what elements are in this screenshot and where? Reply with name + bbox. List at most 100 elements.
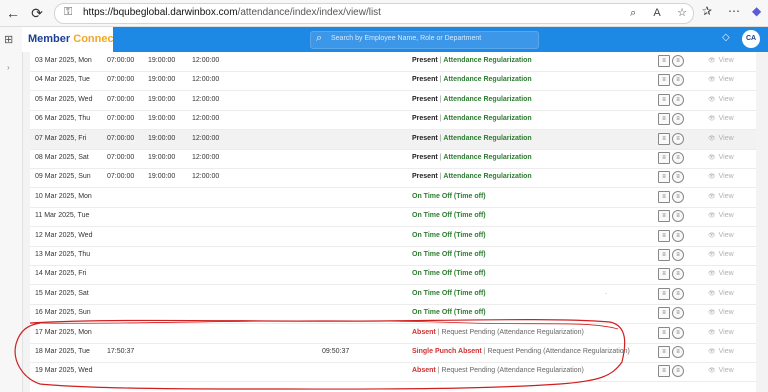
status-label: On Time Off (Time off) — [412, 231, 486, 239]
view-button[interactable]: 👁 View — [708, 96, 734, 103]
regularization-link[interactable]: Attendance Regularization — [443, 115, 531, 122]
request-icon[interactable]: ≡ — [672, 93, 684, 106]
dot-mark: . — [605, 288, 607, 296]
table-row[interactable]: 09 Mar 2025, Sun 07:00:00 19:00:00 12:00:00… — [30, 168, 756, 189]
request-icon[interactable]: ≡ — [672, 307, 684, 320]
request-icon[interactable]: ≡ — [672, 365, 684, 378]
request-icon[interactable]: ≡ — [672, 287, 684, 300]
view-button[interactable]: 👁 View — [708, 212, 734, 219]
view-label: View — [718, 309, 734, 317]
request-icon[interactable]: ≡ — [672, 152, 684, 164]
table-row[interactable]: 15 Mar 2025, Sat On Time Off (Time off). ≡… — [30, 285, 756, 305]
regularization-link[interactable]: Attendance Regularization — [443, 154, 531, 161]
apps-grid-icon[interactable]: ⊞ — [4, 33, 13, 46]
table-row[interactable]: 17 Mar 2025, Mon Absent | Request Pending… — [30, 324, 756, 344]
row-actions: ≡ ≡ — [658, 346, 684, 358]
document-icon[interactable]: ≡ — [658, 249, 670, 261]
view-button[interactable]: 👁 View — [708, 135, 734, 142]
view-button[interactable]: 👁 View — [708, 115, 734, 122]
copilot-icon[interactable]: ◆ — [752, 4, 761, 18]
zoom-icon[interactable]: ⌕ — [630, 7, 636, 19]
table-row[interactable]: 16 Mar 2025, Sun On Time Off (Time off) ≡ ≡… — [30, 304, 756, 325]
view-button[interactable]: 👁 View — [708, 348, 734, 355]
document-icon[interactable]: ≡ — [658, 74, 670, 87]
table-row[interactable]: 14 Mar 2025, Fri On Time Off (Time off) ≡ ≡… — [30, 265, 756, 286]
table-row[interactable]: 05 Mar 2025, Wed 07:00:00 19:00:00 12:00:00… — [30, 91, 756, 111]
request-icon[interactable]: ≡ — [672, 113, 684, 126]
favorite-icon[interactable]: ☆ — [677, 7, 687, 19]
table-row[interactable]: 18 Mar 2025, Tue 17:50:37 09:50:37 Single P… — [30, 343, 756, 363]
regularization-link[interactable]: Attendance Regularization — [443, 57, 531, 64]
table-row[interactable]: 06 Mar 2025, Thu 07:00:00 19:00:00 12:00:00… — [30, 110, 756, 131]
url-text[interactable]: https://bqubeglobal.darwinbox.com/attend… — [83, 7, 381, 18]
view-button[interactable]: 👁 View — [708, 173, 734, 180]
more-menu-icon[interactable]: ⋯ — [728, 4, 740, 18]
request-icon[interactable]: ≡ — [672, 55, 684, 67]
document-icon[interactable]: ≡ — [658, 326, 670, 339]
table-row[interactable]: 11 Mar 2025, Tue On Time Off (Time off) ≡ ≡… — [30, 207, 756, 228]
document-icon[interactable]: ≡ — [658, 365, 670, 378]
avatar[interactable]: CA — [742, 30, 760, 48]
request-icon[interactable]: ≡ — [672, 190, 684, 203]
view-button[interactable]: 👁 View — [708, 270, 734, 277]
view-button[interactable]: 👁 View — [708, 76, 734, 83]
time-cell: 19:00:00 — [148, 115, 176, 123]
reload-icon[interactable]: ⟳ — [28, 4, 46, 22]
document-icon[interactable]: ≡ — [658, 287, 670, 300]
document-icon[interactable]: ≡ — [658, 346, 670, 358]
table-row[interactable]: 19 Mar 2025, Wed Absent | Request Pending… — [30, 362, 756, 383]
table-row[interactable]: 04 Mar 2025, Tue 07:00:00 19:00:00 12:00:00… — [30, 71, 756, 92]
document-icon[interactable]: ≡ — [658, 190, 670, 203]
request-icon[interactable]: ≡ — [672, 249, 684, 261]
time-cell: 19:00:00 — [148, 134, 176, 142]
view-button[interactable]: 👁 View — [708, 290, 734, 297]
regularization-link[interactable]: Attendance Regularization — [443, 173, 531, 180]
request-icon[interactable]: ≡ — [672, 132, 684, 145]
request-icon[interactable]: ≡ — [672, 268, 684, 281]
request-icon[interactable]: ≡ — [672, 171, 684, 184]
read-aloud-icon[interactable]: A — [653, 7, 660, 19]
row-actions: ≡ ≡ — [658, 132, 684, 145]
favorites-icon[interactable]: ✰ — [702, 4, 712, 18]
employee-search-input[interactable]: ⌕ Search by Employee Name, Role or Depar… — [310, 31, 539, 49]
request-icon[interactable]: ≡ — [672, 326, 684, 339]
document-icon[interactable]: ≡ — [658, 113, 670, 126]
table-row[interactable]: 13 Mar 2025, Thu On Time Off (Time off) ≡ ≡… — [30, 246, 756, 266]
view-button[interactable]: 👁 View — [708, 232, 734, 239]
request-icon[interactable]: ≡ — [672, 210, 684, 223]
table-row[interactable]: 08 Mar 2025, Sat 07:00:00 19:00:00 12:00:00… — [30, 149, 756, 169]
table-row[interactable]: 12 Mar 2025, Wed On Time Off (Time off) ≡ ≡… — [30, 227, 756, 247]
document-icon[interactable]: ≡ — [658, 132, 670, 145]
regularization-link[interactable]: Attendance Regularization — [443, 76, 531, 83]
notification-icon[interactable]: ◇ — [722, 32, 730, 43]
document-icon[interactable]: ≡ — [658, 152, 670, 164]
document-icon[interactable]: ≡ — [658, 229, 670, 242]
view-button[interactable]: 👁 View — [708, 193, 734, 200]
document-icon[interactable]: ≡ — [658, 93, 670, 106]
view-button[interactable]: 👁 View — [708, 367, 734, 374]
table-row[interactable]: 10 Mar 2025, Mon On Time Off (Time off) ≡ ≡… — [30, 188, 756, 208]
view-button[interactable]: 👁 View — [708, 329, 734, 336]
table-row[interactable]: 03 Mar 2025, Mon 07:00:00 19:00:00 12:00:00… — [30, 52, 756, 72]
brand-logo[interactable]: Member Connect — [28, 33, 117, 45]
view-button[interactable]: 👁 View — [708, 251, 734, 258]
table-row[interactable]: 07 Mar 2025, Fri 07:00:00 19:00:00 12:00:00… — [30, 129, 756, 150]
view-button[interactable]: 👁 View — [708, 57, 734, 64]
document-icon[interactable]: ≡ — [658, 210, 670, 223]
address-bar[interactable]: ⚿ https://bqubeglobal.darwinbox.com/atte… — [54, 3, 694, 24]
regularization-link[interactable]: Attendance Regularization — [443, 96, 531, 103]
view-button[interactable]: 👁 View — [708, 309, 734, 316]
request-icon[interactable]: ≡ — [672, 346, 684, 358]
request-icon[interactable]: ≡ — [672, 229, 684, 242]
view-button[interactable]: 👁 View — [708, 154, 734, 161]
document-icon[interactable]: ≡ — [658, 55, 670, 67]
request-icon[interactable]: ≡ — [672, 74, 684, 87]
eye-icon: 👁 — [708, 271, 716, 278]
document-icon[interactable]: ≡ — [658, 171, 670, 184]
site-info-icon[interactable]: ⚿ — [64, 6, 72, 19]
document-icon[interactable]: ≡ — [658, 268, 670, 281]
regularization-link[interactable]: Attendance Regularization — [443, 135, 531, 142]
back-icon[interactable]: ← — [4, 4, 22, 22]
expand-arrow-icon[interactable]: › — [7, 63, 10, 72]
document-icon[interactable]: ≡ — [658, 307, 670, 320]
